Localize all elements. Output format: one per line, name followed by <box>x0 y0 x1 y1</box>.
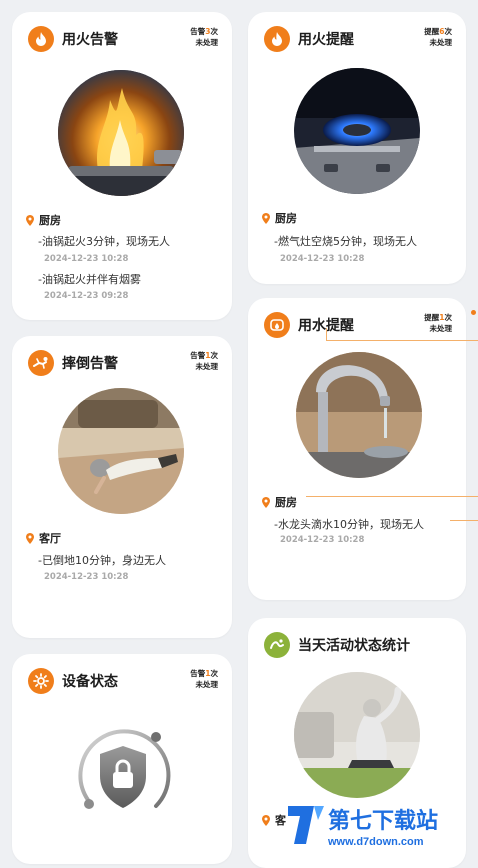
alert-count-badge: 告警1次 未处理 <box>190 668 218 690</box>
event-description: -已倒地10分钟，身边无人 <box>38 554 166 567</box>
fallen-person-photo <box>58 388 184 514</box>
card-title: 当天活动状态统计 <box>298 638 410 654</box>
location-label: 厨房 <box>262 210 297 226</box>
badge-status: 未处理 <box>429 324 453 333</box>
event-time: 2024-12-23 10:28 <box>280 254 365 264</box>
flame-icon <box>264 26 290 52</box>
person-fall-icon <box>28 350 54 376</box>
event-description: -水龙头滴水10分钟，现场无人 <box>274 518 424 531</box>
location-label: 厨房 <box>26 212 61 228</box>
reminder-count-badge: 提醒1次 未处理 <box>424 312 452 334</box>
map-pin-icon <box>262 814 270 826</box>
device-status-card[interactable]: 设备状态 告警1次 未处理 <box>12 654 232 864</box>
badge-suffix: 次 <box>210 669 219 678</box>
card-header: 用火提醒 <box>264 26 354 52</box>
watermark-brand: 第七下载站 <box>328 808 438 833</box>
connector-dot <box>471 310 476 315</box>
connector-line <box>450 520 478 521</box>
location-label: 客 <box>262 812 286 828</box>
badge-suffix: 次 <box>444 313 453 322</box>
watermark-url: www.d7down.com <box>327 836 424 848</box>
event-description: -油锅起火3分钟，现场无人 <box>38 235 170 248</box>
connector-line <box>326 328 327 340</box>
badge-suffix: 次 <box>210 351 219 360</box>
map-pin-icon <box>262 496 270 508</box>
badge-suffix: 次 <box>210 27 219 36</box>
event-description: -油锅起火并伴有烟雾 <box>38 273 141 286</box>
card-header: 用火告警 <box>28 26 118 52</box>
fire-alarm-card[interactable]: 用火告警 告警3次 未处理 厨房 -油锅起火3分钟，现场无人 2024-12-2… <box>12 12 232 320</box>
event-time: 2024-12-23 10:28 <box>44 572 129 582</box>
card-header: 摔倒告警 <box>28 350 118 376</box>
location-label: 客厅 <box>26 530 61 546</box>
kitchen-fire-photo <box>58 70 184 196</box>
gear-icon <box>28 668 54 694</box>
card-header: 用水提醒 <box>264 312 354 338</box>
alert-count-badge: 告警1次 未处理 <box>190 350 218 372</box>
badge-prefix: 告警 <box>190 669 206 678</box>
water-tap-icon <box>264 312 290 338</box>
event-time: 2024-12-23 10:28 <box>44 254 129 264</box>
gas-stove-photo <box>294 68 420 194</box>
card-title: 摔倒告警 <box>62 356 118 372</box>
dripping-faucet-photo <box>296 352 422 478</box>
activity-icon <box>264 632 290 658</box>
location-text: 客厅 <box>39 532 61 545</box>
location-text: 厨房 <box>39 214 61 227</box>
badge-status: 未处理 <box>195 362 219 371</box>
lock-shield-icon <box>68 720 178 830</box>
card-title: 用火告警 <box>62 32 118 48</box>
badge-suffix: 次 <box>444 27 453 36</box>
reminder-count-badge: 提醒6次 未处理 <box>424 26 452 48</box>
connector-line <box>306 496 478 497</box>
event-description: -燃气灶空烧5分钟，现场无人 <box>274 235 417 248</box>
map-pin-icon <box>26 214 34 226</box>
card-header: 当天活动状态统计 <box>264 632 410 658</box>
location-text: 厨房 <box>275 212 297 225</box>
badge-prefix: 提醒 <box>424 27 440 36</box>
alert-count-badge: 告警3次 未处理 <box>190 26 218 48</box>
card-header: 设备状态 <box>28 668 118 694</box>
badge-status: 未处理 <box>195 38 219 47</box>
site-watermark: 第七下载站 www.d7down.com <box>284 800 478 850</box>
event-time: 2024-12-23 09:28 <box>44 291 129 301</box>
card-title: 用火提醒 <box>298 32 354 48</box>
fire-reminder-card[interactable]: 用火提醒 提醒6次 未处理 厨房 -燃气灶空烧5分钟，现场无人 2024-12-… <box>248 12 466 284</box>
badge-status: 未处理 <box>429 38 453 47</box>
fall-alarm-card[interactable]: 摔倒告警 告警1次 未处理 客厅 -已倒地10分钟，身边无人 2024-12-2… <box>12 336 232 638</box>
card-title: 设备状态 <box>62 674 118 690</box>
badge-prefix: 告警 <box>190 27 206 36</box>
event-time: 2024-12-23 10:28 <box>280 535 365 545</box>
water-reminder-card[interactable]: 用水提醒 提醒1次 未处理 厨房 -水龙头滴水10分钟，现场无人 2024-12… <box>248 298 466 600</box>
location-text: 厨房 <box>275 496 297 509</box>
badge-status: 未处理 <box>195 680 219 689</box>
flame-icon <box>28 26 54 52</box>
location-label: 厨房 <box>262 494 297 510</box>
badge-prefix: 提醒 <box>424 313 440 322</box>
badge-prefix: 告警 <box>190 351 206 360</box>
elderly-yoga-photo <box>294 672 420 798</box>
connector-line <box>326 340 478 341</box>
map-pin-icon <box>26 532 34 544</box>
map-pin-icon <box>262 212 270 224</box>
